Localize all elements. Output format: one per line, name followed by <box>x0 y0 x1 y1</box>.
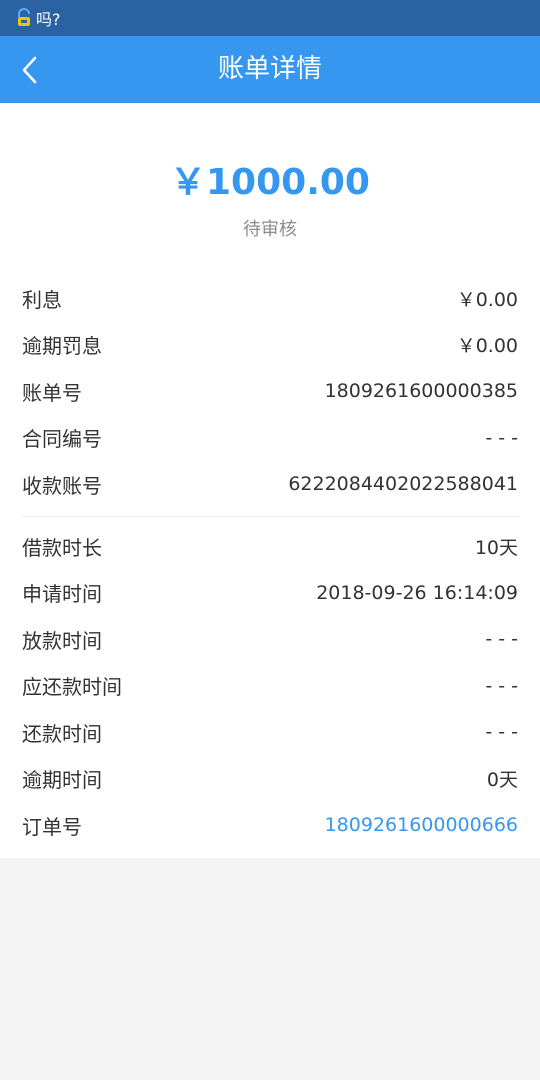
detail-section-fees: 利息 ￥0.00 逾期罚息 ￥0.00 账单号 1809261600000385… <box>0 275 540 508</box>
detail-row-bill-number: 账单号 1809261600000385 <box>0 368 540 415</box>
detail-value: - - - <box>485 674 518 697</box>
detail-row-interest: 利息 ￥0.00 <box>0 275 540 322</box>
detail-value: ￥0.00 <box>456 335 518 358</box>
detail-section-timeline: 借款时长 10天 申请时间 2018-09-26 16:14:09 放款时间 -… <box>0 523 540 849</box>
detail-row-repay-time: 还款时间 - - - <box>0 709 540 756</box>
detail-value: - - - <box>485 628 518 651</box>
detail-value: - - - <box>485 721 518 744</box>
page-title: 账单详情 <box>217 54 322 84</box>
detail-row-receiving-account: 收款账号 6222084402022588041 <box>0 461 540 508</box>
detail-label: 还款时间 <box>22 721 102 746</box>
bill-amount: ￥1000.00 <box>170 162 370 203</box>
detail-label: 账单号 <box>22 380 82 405</box>
detail-label: 应还款时间 <box>22 675 122 700</box>
detail-row-due-time: 应还款时间 - - - <box>0 663 540 710</box>
detail-value: 0天 <box>486 769 518 792</box>
app-notification-icon <box>16 8 32 28</box>
section-divider <box>22 516 518 517</box>
nav-bar: 账单详情 <box>0 36 540 103</box>
detail-value: 10天 <box>474 536 518 559</box>
detail-label: 逾期罚息 <box>22 334 102 359</box>
detail-row-order-number: 订单号 1809261600000666 <box>0 802 540 849</box>
detail-row-disburse-time: 放款时间 - - - <box>0 616 540 663</box>
detail-row-overdue-penalty: 逾期罚息 ￥0.00 <box>0 322 540 369</box>
detail-row-apply-time: 申请时间 2018-09-26 16:14:09 <box>0 570 540 617</box>
detail-label: 订单号 <box>22 814 82 839</box>
detail-label: 利息 <box>22 287 62 312</box>
status-bar: 吗? <box>0 0 540 36</box>
detail-value: 1809261600000385 <box>324 380 518 403</box>
detail-label: 合同编号 <box>22 427 102 452</box>
detail-row-loan-duration: 借款时长 10天 <box>0 523 540 570</box>
detail-label: 逾期时间 <box>22 768 102 793</box>
order-number-link[interactable]: 1809261600000666 <box>325 814 518 836</box>
detail-row-overdue-time: 逾期时间 0天 <box>0 756 540 803</box>
detail-value: ￥0.00 <box>456 288 518 311</box>
bill-status: 待审核 <box>243 219 297 240</box>
detail-value: - - - <box>485 426 518 449</box>
detail-value: 6222084402022588041 <box>288 473 518 496</box>
detail-label: 收款账号 <box>22 473 102 498</box>
status-text: 吗? <box>36 10 61 29</box>
detail-label: 放款时间 <box>22 628 102 653</box>
detail-label: 借款时长 <box>22 535 102 560</box>
bill-detail-card: ￥1000.00 待审核 利息 ￥0.00 逾期罚息 ￥0.00 账单号 180… <box>0 103 540 858</box>
detail-label: 申请时间 <box>22 582 102 607</box>
detail-value: 2018-09-26 16:14:09 <box>316 581 518 604</box>
detail-row-contract-number: 合同编号 - - - <box>0 415 540 462</box>
